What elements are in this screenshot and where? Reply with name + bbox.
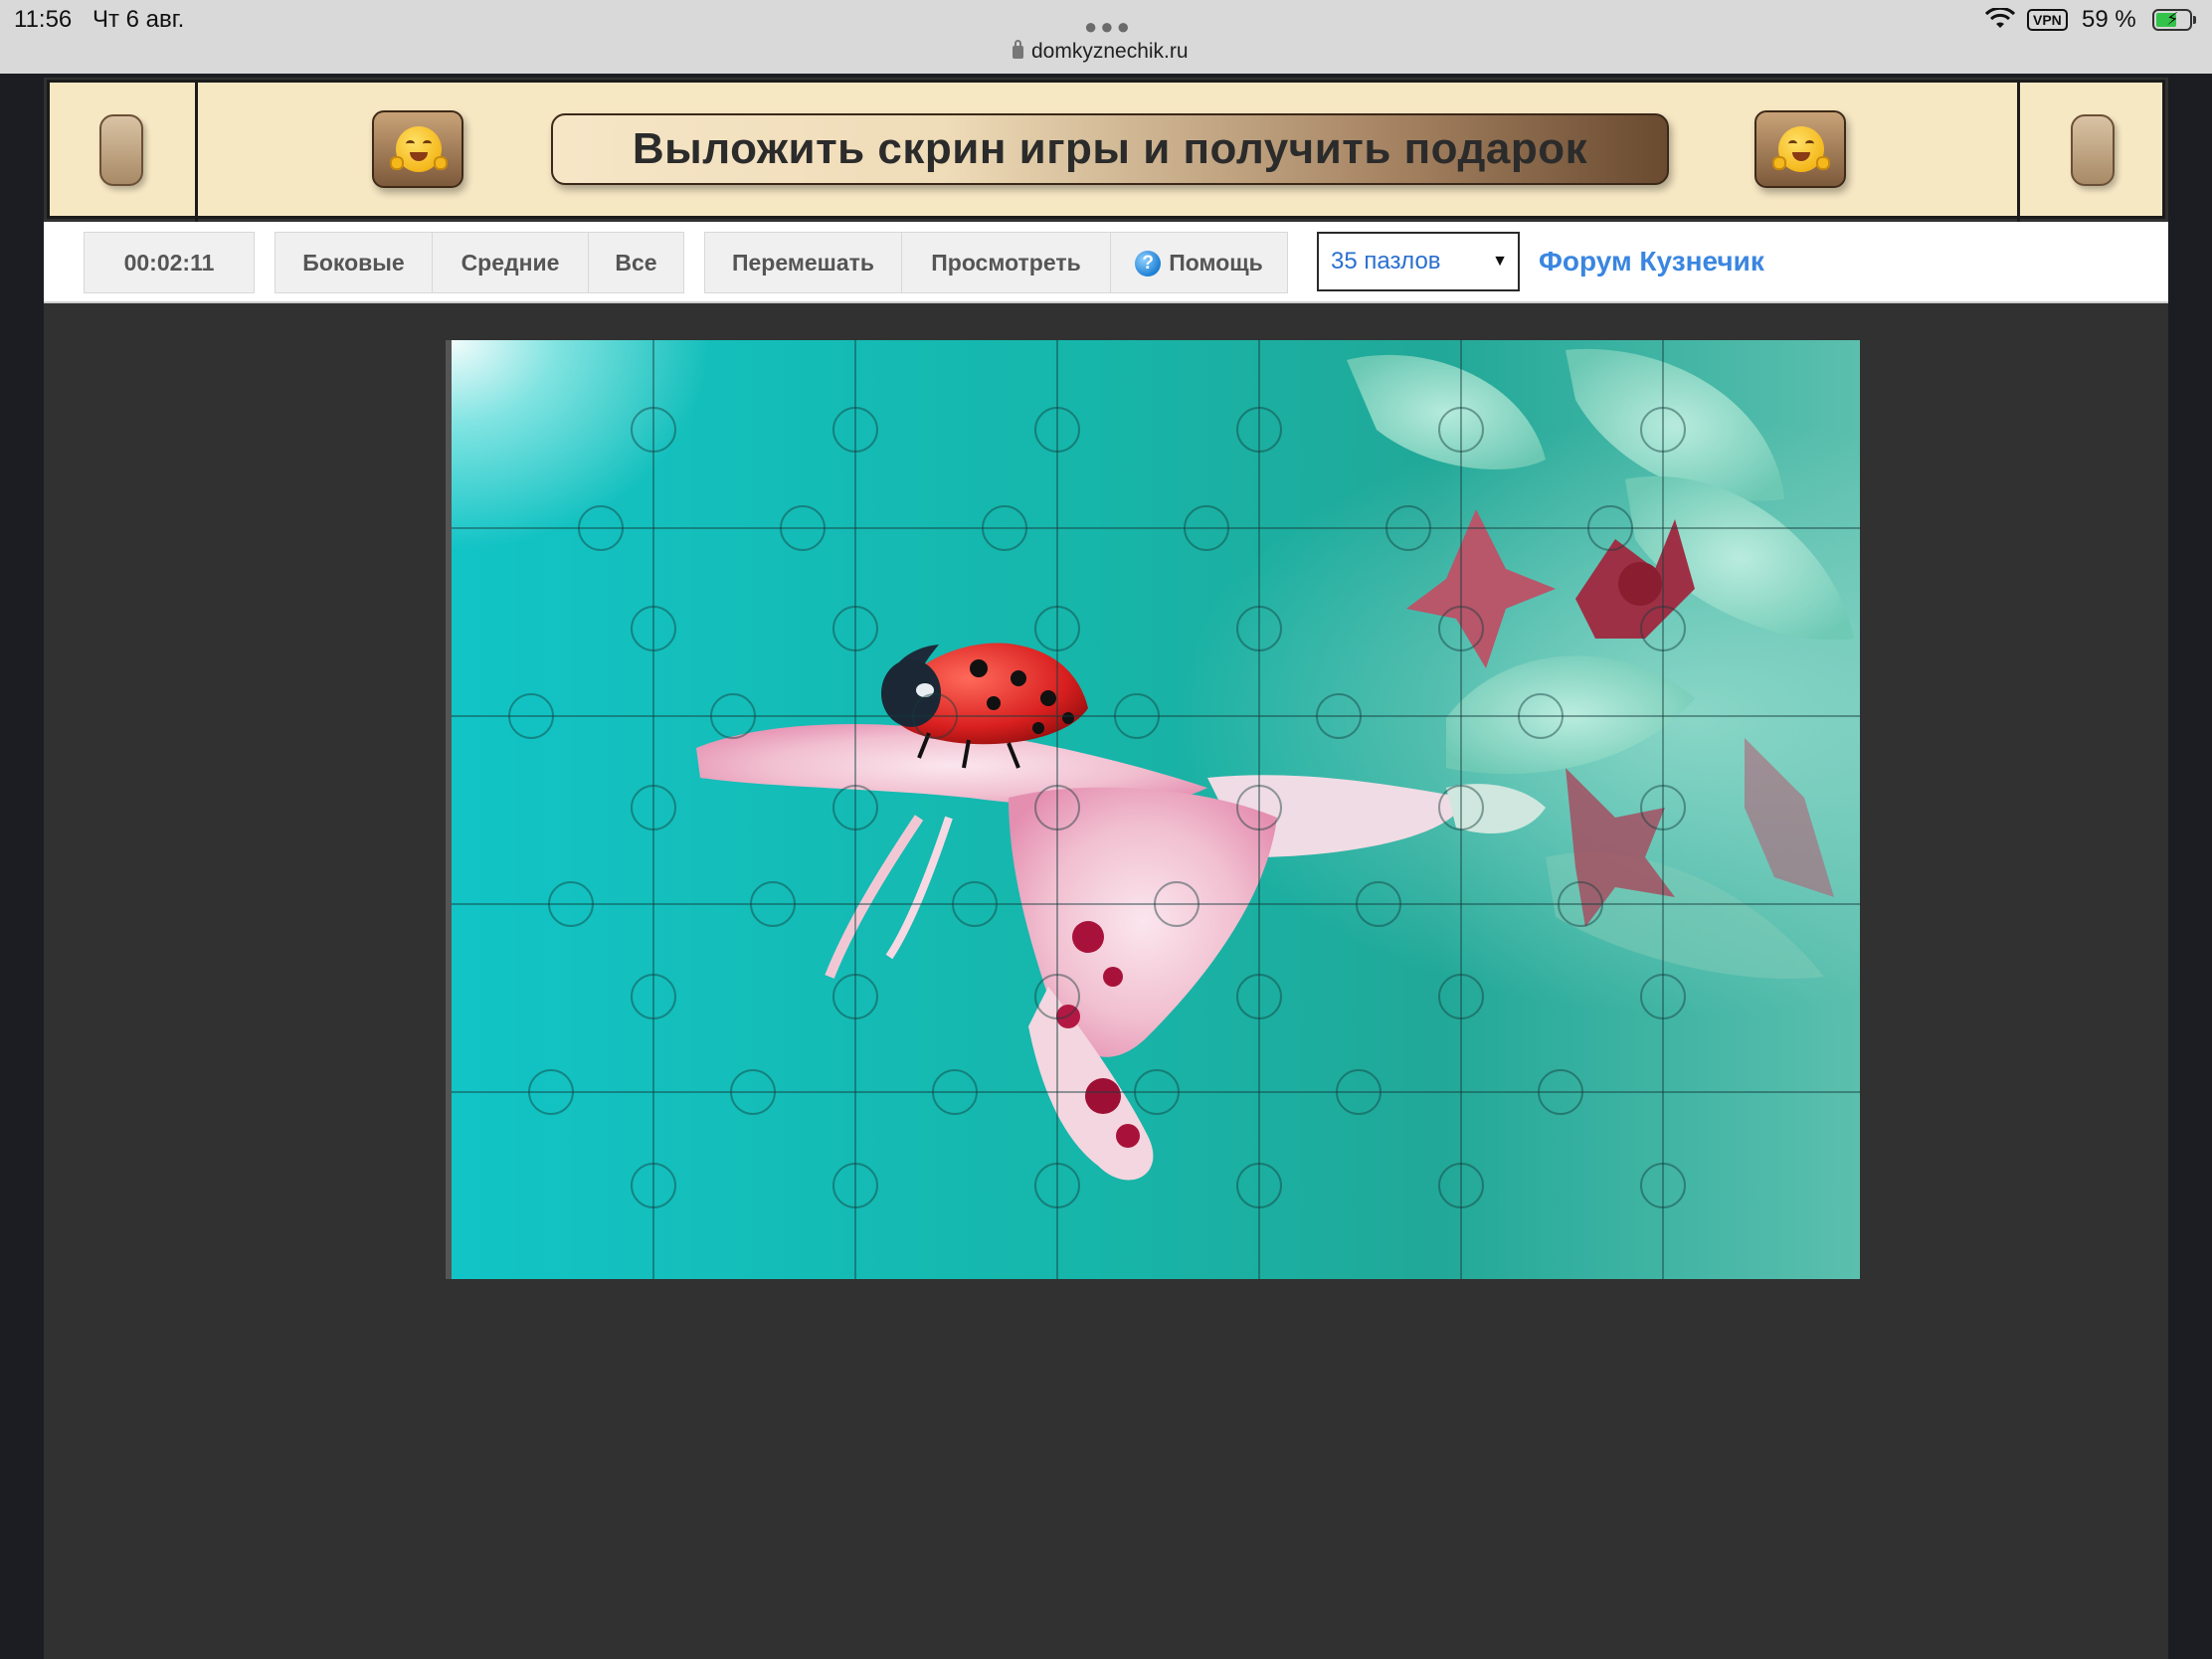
puzzle-toolbar: 00:02:11 Боковые Средние Все Перемешать … <box>44 222 2168 303</box>
left-emoji-button[interactable] <box>372 110 463 188</box>
dropdown-arrow-icon: ▼ <box>1492 253 1508 270</box>
piece-filter-group: Боковые Средние Все <box>275 232 684 293</box>
ios-status-bar: 11:56 Чт 6 авг. ●●● domkyznechik.ru VPN … <box>0 0 2212 74</box>
status-date: Чт 6 авг. <box>92 6 185 33</box>
help-icon: ? <box>1135 251 1162 276</box>
more-dots-icon[interactable]: ●●● <box>1084 14 1133 40</box>
filter-middle-button[interactable]: Средние <box>433 233 589 292</box>
help-button[interactable]: ? Помощь <box>1111 233 1287 292</box>
promo-banner: Выложить скрин игры и получить подарок <box>47 80 2165 222</box>
page-content: Выложить скрин игры и получить подарок 0… <box>44 78 2168 1659</box>
banner-divider <box>2017 83 2020 222</box>
help-label: Помощь <box>1169 250 1263 276</box>
forum-link[interactable]: Форум Кузнечик <box>1539 246 1764 277</box>
right-emoji-button[interactable] <box>1754 110 1846 188</box>
right-capsule-decoration <box>2071 114 2115 186</box>
pieces-count-select[interactable]: 35 пазлов ▼ <box>1317 232 1520 291</box>
wifi-icon <box>1985 8 2015 28</box>
lock-icon <box>1013 40 1023 59</box>
url-text: domkyznechik.ru <box>1031 40 1189 63</box>
left-capsule-decoration <box>99 114 143 186</box>
vpn-badge: VPN <box>2027 9 2068 31</box>
filter-edge-button[interactable]: Боковые <box>276 233 433 292</box>
hugging-face-icon <box>390 126 448 172</box>
flower <box>696 724 1546 1181</box>
battery-percent: 59 % <box>2082 6 2136 33</box>
preview-button[interactable]: Просмотреть <box>902 233 1111 292</box>
promo-button[interactable]: Выложить скрин игры и получить подарок <box>551 113 1669 185</box>
banner-divider <box>195 83 198 222</box>
charging-bolt-icon: ⚡ <box>2166 9 2179 29</box>
puzzle-board[interactable] <box>446 340 1860 1279</box>
status-time: 11:56 <box>14 6 73 33</box>
shuffle-button[interactable]: Перемешать <box>705 233 902 292</box>
action-group: Перемешать Просмотреть ? Помощь <box>704 232 1288 293</box>
filter-all-button[interactable]: Все <box>589 233 683 292</box>
pieces-count-value: 35 пазлов <box>1331 248 1441 275</box>
address-bar[interactable]: domkyznechik.ru <box>1013 40 1189 64</box>
puzzle-image <box>452 340 1860 1279</box>
timer-display: 00:02:11 <box>84 232 255 293</box>
hugging-face-icon <box>1772 126 1830 172</box>
